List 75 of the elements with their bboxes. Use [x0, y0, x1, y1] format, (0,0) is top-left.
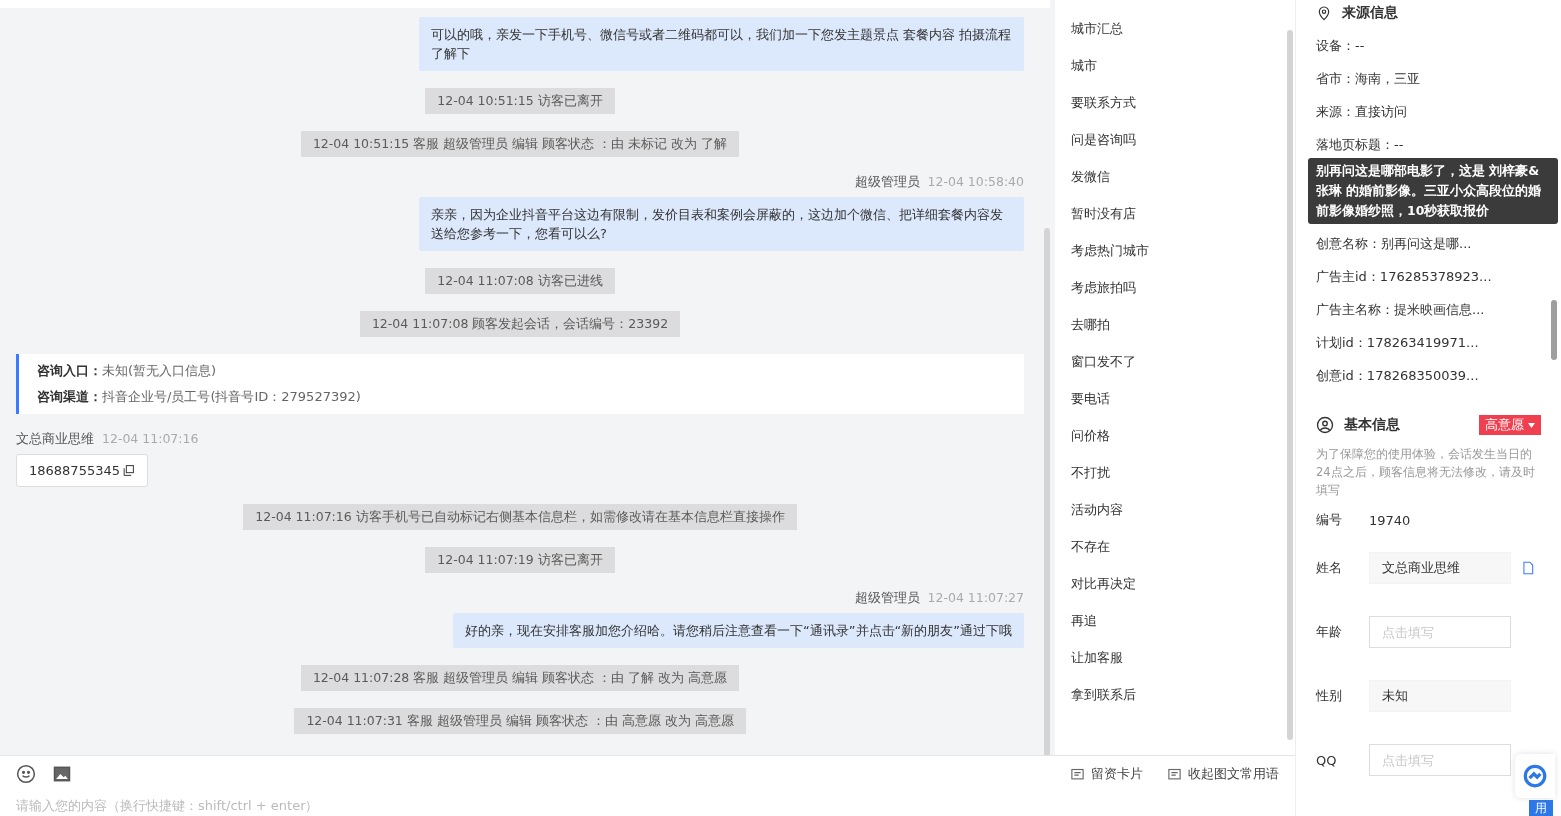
message-icon — [1070, 766, 1085, 782]
system-notice: 12-04 11:07:28 客服 超级管理员 编辑 顾客状态 ：由 了解 改为 高意愿 — [300, 665, 740, 691]
quick-reply-item[interactable]: 暂时没有店 — [1071, 205, 1279, 223]
section-title: 基本信息 — [1344, 416, 1400, 434]
quick-reply-item[interactable]: 去哪拍 — [1071, 316, 1279, 334]
system-notice: 12-04 11:07:31 客服 超级管理员 编辑 顾客状态 ：由 高意愿 改为 高意愿 — [294, 708, 746, 734]
source-info-row-text: 来源：直接访问 — [1316, 103, 1408, 121]
quick-reply-item[interactable]: 城市 — [1071, 57, 1279, 75]
field-label: QQ — [1316, 752, 1338, 768]
sender-name: 文总商业思维 — [16, 431, 94, 448]
user-circle-icon — [1316, 416, 1334, 434]
system-notice: 12-04 11:07:16 访客手机号已自动标记右侧基本信息栏，如需修改请在基本信息栏直接操作 — [243, 504, 797, 530]
notice-text: 为了保障您的使用体验，会话发生当日的24点之后，顾客信息将无法修改，请及时填写 — [1316, 446, 1536, 499]
source-info-row-text: 创意id：178268350039... — [1316, 367, 1480, 385]
quick-reply-item[interactable]: 不存在 — [1071, 538, 1279, 556]
quick-reply-item[interactable]: 考虑热门城市 — [1071, 242, 1279, 260]
field-label: 性别 — [1316, 687, 1343, 705]
phone-number: 18688755345 — [29, 463, 120, 478]
system-notice: 12-04 11:07:08 访客已进线 — [425, 268, 615, 294]
quick-reply-item[interactable]: 要联系方式 — [1071, 94, 1279, 112]
copy-icon — [122, 464, 135, 477]
quick-reply-item[interactable]: 不打扰 — [1071, 464, 1279, 482]
quick-reply-item[interactable]: 城市汇总 — [1071, 20, 1279, 38]
message-icon — [1167, 766, 1182, 782]
system-notice: 12-04 10:51:15 客服 超级管理员 编辑 顾客状态 ：由 未标记 改为 了解 — [300, 131, 740, 157]
toolbar-button[interactable]: 收起图文常用语 — [1167, 765, 1279, 783]
source-info-row-text: 创意名称：别再问这是哪... — [1316, 235, 1473, 253]
toolbar-button[interactable]: 留资卡片 — [1070, 765, 1143, 783]
tooltip: 别再问这是哪部电影了，这是 刘梓豪&张琳 的婚前影像。三亚小众高段位的婚前影像婚纱照，10秒获取报价 — [1308, 158, 1558, 224]
image-icon — [52, 764, 72, 784]
source-info-row-text: 广告主id：176285378923... — [1316, 268, 1493, 286]
quick-reply-item[interactable]: 再追 — [1071, 612, 1279, 630]
location-pin-icon — [1316, 5, 1332, 21]
source-info-row-text: 设备：-- — [1316, 37, 1366, 55]
field-label: 姓名 — [1316, 559, 1343, 577]
quick-reply-item[interactable]: 问是咨询吗 — [1071, 131, 1279, 149]
system-notice: 12-04 11:07:08 顾客发起会话，会话编号：23392 — [359, 311, 681, 337]
system-notice: 12-04 11:07:19 访客已离开 — [425, 547, 615, 573]
quick-reply-item[interactable]: 对比再决定 — [1071, 575, 1279, 593]
message-bubble: 好的亲，现在安排客服加您介绍哈。请您稍后注意查看一下“通讯录”并点击“新的朋友”通过下哦 — [453, 613, 1024, 648]
field-value: 19740 — [1369, 512, 1411, 528]
system-notice: 12-04 10:51:15 访客已离开 — [425, 88, 615, 114]
message-time: 12-04 11:07:27 — [927, 590, 1024, 607]
quick-reply-item[interactable]: 拿到联系后 — [1071, 686, 1279, 704]
status-dropdown[interactable]: 高意愿 — [1479, 415, 1541, 435]
section-title: 来源信息 — [1342, 4, 1398, 22]
message-bubble: 亲亲，因为企业抖音平台这边有限制，发价目表和案例会屏蔽的，这边加个微信、把详细套餐内容发送给您参考一下，您看可以么? — [419, 197, 1024, 251]
quick-reply-item[interactable]: 窗口发不了 — [1071, 353, 1279, 371]
quick-reply-item[interactable]: 问价格 — [1071, 427, 1279, 445]
source-info-row-text: 广告主名称：提米映画信息... — [1316, 301, 1486, 319]
field-label: 年龄 — [1316, 623, 1343, 641]
emoji-icon — [16, 764, 36, 784]
caret-icon — [1528, 422, 1535, 428]
message-time: 12-04 11:07:16 — [102, 431, 199, 448]
float-button[interactable] — [1515, 754, 1555, 798]
quick-reply-item[interactable]: 活动内容 — [1071, 501, 1279, 519]
sender-name: 超级管理员 — [854, 174, 920, 191]
source-info-row-text: 计划id：178263419971... — [1316, 334, 1480, 352]
document-icon — [1521, 560, 1535, 576]
quick-reply-item[interactable]: 考虑旅拍吗 — [1071, 279, 1279, 297]
quick-reply-item[interactable]: 让加客服 — [1071, 649, 1279, 667]
quick-reply-item[interactable]: 发微信 — [1071, 168, 1279, 186]
message-time: 12-04 10:58:40 — [927, 174, 1024, 191]
logo-icon — [1522, 763, 1548, 789]
source-info-row-text: 落地页标题：-- — [1316, 136, 1405, 154]
source-info-row-text: 省市：海南，三亚 — [1316, 70, 1421, 88]
sender-name: 超级管理员 — [854, 590, 920, 607]
info-line: 咨询渠道：抖音企业号/员工号(抖音号ID：279527392) — [37, 388, 362, 406]
info-line: 咨询入口：未知(暂无入口信息) — [37, 362, 218, 380]
field-label: 编号 — [1316, 511, 1343, 529]
quick-reply-item[interactable]: 要电话 — [1071, 390, 1279, 408]
text-field[interactable]: 文总商业思维 — [1369, 552, 1511, 584]
message-bubble: 可以的哦，亲发一下手机号、微信号或者二维码都可以，我们加一下您发主题景点 套餐内容 拍摄流程了解下 — [419, 17, 1024, 71]
float-label: 用 — [1529, 800, 1553, 816]
text-field[interactable]: 未知 — [1369, 680, 1511, 712]
